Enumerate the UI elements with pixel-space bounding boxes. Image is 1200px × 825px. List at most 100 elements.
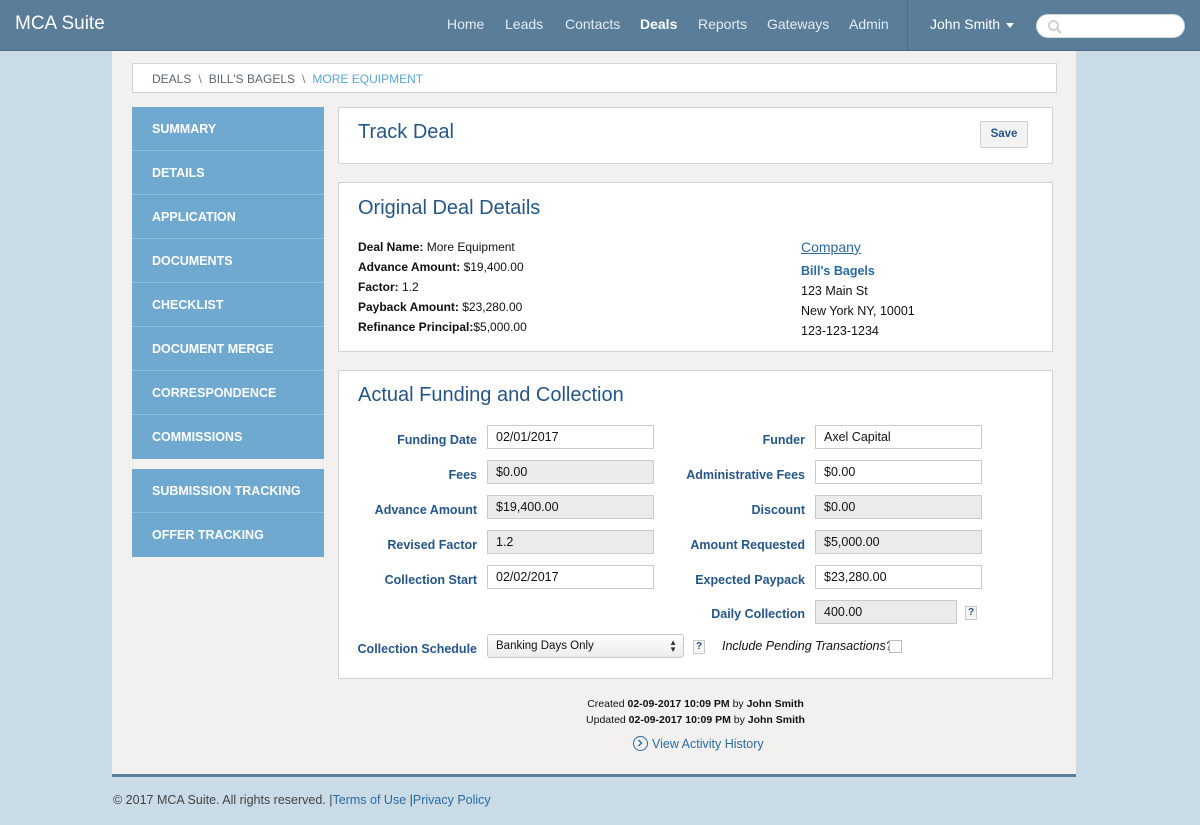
revised-factor-label: Revised Factor [387,538,477,552]
user-name: John Smith [930,16,1001,32]
breadcrumb-separator: \ [198,72,202,86]
updated-prefix: Updated [586,714,626,726]
search-icon [1048,20,1062,34]
created-by: John Smith [746,698,804,710]
fees-input: $0.00 [487,460,654,484]
sidebar-item-details[interactable]: DETAILS [132,151,324,195]
nav-contacts[interactable]: Contacts [565,16,620,32]
save-button[interactable]: Save [980,121,1028,148]
caret-down-icon [1006,22,1015,28]
privacy-policy-link[interactable]: Privacy Policy [413,793,491,807]
revised-factor-input: 1.2 [487,530,654,554]
original-deal-panel: Original Deal Details Deal Name: More Eq… [338,182,1053,352]
payback-amount-label: Payback Amount: [358,300,459,314]
collection-start-label: Collection Start [384,573,477,587]
nav-divider [907,0,908,51]
sidebar-nav-tracking: SUBMISSION TRACKING OFFER TRACKING [132,469,324,557]
search-input[interactable] [1036,14,1185,38]
refinance-principal-value: $5,000.00 [473,320,527,334]
collection-schedule-select[interactable]: Banking Days Only ▲ ▼ [487,634,684,658]
include-pending-checkbox[interactable] [889,640,902,653]
actual-funding-panel: Actual Funding and Collection Funding Da… [338,370,1053,679]
view-activity-history-link[interactable]: View Activity History [633,736,764,752]
admin-fees-label: Administrative Fees [686,468,805,482]
deal-name-value: More Equipment [423,240,515,254]
advance-amount-line: Advance Amount: $19,400.00 [358,260,524,274]
breadcrumb-deals[interactable]: DEALS [152,72,191,86]
amount-requested-input: $5,000.00 [815,530,982,554]
nav-reports[interactable]: Reports [698,16,747,32]
company-address1: 123 Main St [801,284,868,298]
sidebar-nav: SUMMARY DETAILS APPLICATION DOCUMENTS CH… [132,107,324,459]
sidebar-item-offer-tracking[interactable]: OFFER TRACKING [132,513,324,557]
refinance-principal-line: Refinance Principal:$5,000.00 [358,320,527,334]
collection-start-input[interactable]: 02/02/2017 [487,565,654,589]
refinance-principal-label: Refinance Principal: [358,320,474,334]
select-arrows-icon: ▲ ▼ [669,638,677,654]
payback-amount-line: Payback Amount: $23,280.00 [358,300,522,314]
breadcrumb: DEALS \ BILL'S BAGELS \ MORE EQUIPMENT [132,63,1057,93]
track-deal-panel: Track Deal Save [338,107,1053,164]
updated-date: 02-09-2017 10:09 PM [628,714,731,726]
funder-label: Funder [762,433,805,447]
track-deal-title: Track Deal [358,121,454,143]
updated-by: John Smith [747,714,805,726]
created-by-word: by [732,698,744,710]
sidebar-item-commissions[interactable]: COMMISSIONS [132,415,324,459]
discount-label: Discount [751,503,805,517]
advance-amount-value: $19,400.00 [460,260,524,274]
company-phone: 123-123-1234 [801,324,879,338]
sidebar-item-summary[interactable]: SUMMARY [132,107,324,151]
factor-value: 1.2 [398,280,419,294]
advance-amount-label: Advance Amount: [358,260,461,274]
chevron-circle-icon [633,736,648,752]
daily-collection-input: 400.00 [815,600,957,624]
nav-admin[interactable]: Admin [849,16,889,32]
nav-deals[interactable]: Deals [640,16,677,32]
fees-label: Fees [448,468,478,482]
collection-schedule-help-icon[interactable]: ? [693,640,705,654]
funding-date-label: Funding Date [397,433,477,447]
breadcrumb-company[interactable]: BILL'S BAGELS [209,72,295,86]
discount-input: $0.00 [815,495,982,519]
sidebar-item-document-merge[interactable]: DOCUMENT MERGE [132,327,324,371]
collection-schedule-value: Banking Days Only [496,640,594,652]
daily-collection-help-icon[interactable]: ? [965,606,977,620]
sidebar-item-application[interactable]: APPLICATION [132,195,324,239]
expected-payback-label: Expected Paypack [695,573,805,587]
payback-amount-value: $23,280.00 [458,300,523,314]
factor-line: Factor: 1.2 [358,280,419,294]
collection-schedule-label: Collection Schedule [357,642,477,656]
footer: © 2017 MCA Suite. All rights reserved. |… [113,793,491,807]
company-name: Bill's Bagels [801,264,875,278]
funder-input[interactable]: Axel Capital [815,425,982,449]
sidebar-item-submission-tracking[interactable]: SUBMISSION TRACKING [132,469,324,513]
advance-amount-input: $19,400.00 [487,495,654,519]
user-menu[interactable]: John Smith [930,16,1015,32]
terms-of-use-link[interactable]: Terms of Use [333,793,407,807]
actual-funding-title: Actual Funding and Collection [358,384,624,406]
sidebar-item-checklist[interactable]: CHECKLIST [132,283,324,327]
footer-copyright: © 2017 MCA Suite. All rights reserved. [113,793,326,807]
funding-date-input[interactable]: 02/01/2017 [487,425,654,449]
nav-gateways[interactable]: Gateways [767,16,829,32]
updated-by-word: by [733,714,745,726]
expected-payback-input[interactable]: $23,280.00 [815,565,982,589]
nav-home[interactable]: Home [447,16,484,32]
admin-fees-input[interactable]: $0.00 [815,460,982,484]
created-prefix: Created [587,698,625,710]
deal-name-label: Deal Name: [358,240,424,254]
sidebar-item-documents[interactable]: DOCUMENTS [132,239,324,283]
deal-name-line: Deal Name: More Equipment [358,240,515,254]
top-navbar: MCA Suite Home Leads Contacts Deals Repo… [0,0,1200,51]
app-brand[interactable]: MCA Suite [15,13,105,35]
nav-leads[interactable]: Leads [505,16,543,32]
sidebar-item-correspondence[interactable]: CORRESPONDENCE [132,371,324,415]
amount-requested-label: Amount Requested [690,538,805,552]
original-deal-title: Original Deal Details [358,197,541,219]
created-line: Created 02-09-2017 10:09 PM by John Smit… [338,698,1053,710]
company-heading-link[interactable]: Company [801,239,861,255]
created-date: 02-09-2017 10:09 PM [627,698,730,710]
view-activity-history-label: View Activity History [652,737,764,751]
breadcrumb-separator: \ [302,72,306,86]
